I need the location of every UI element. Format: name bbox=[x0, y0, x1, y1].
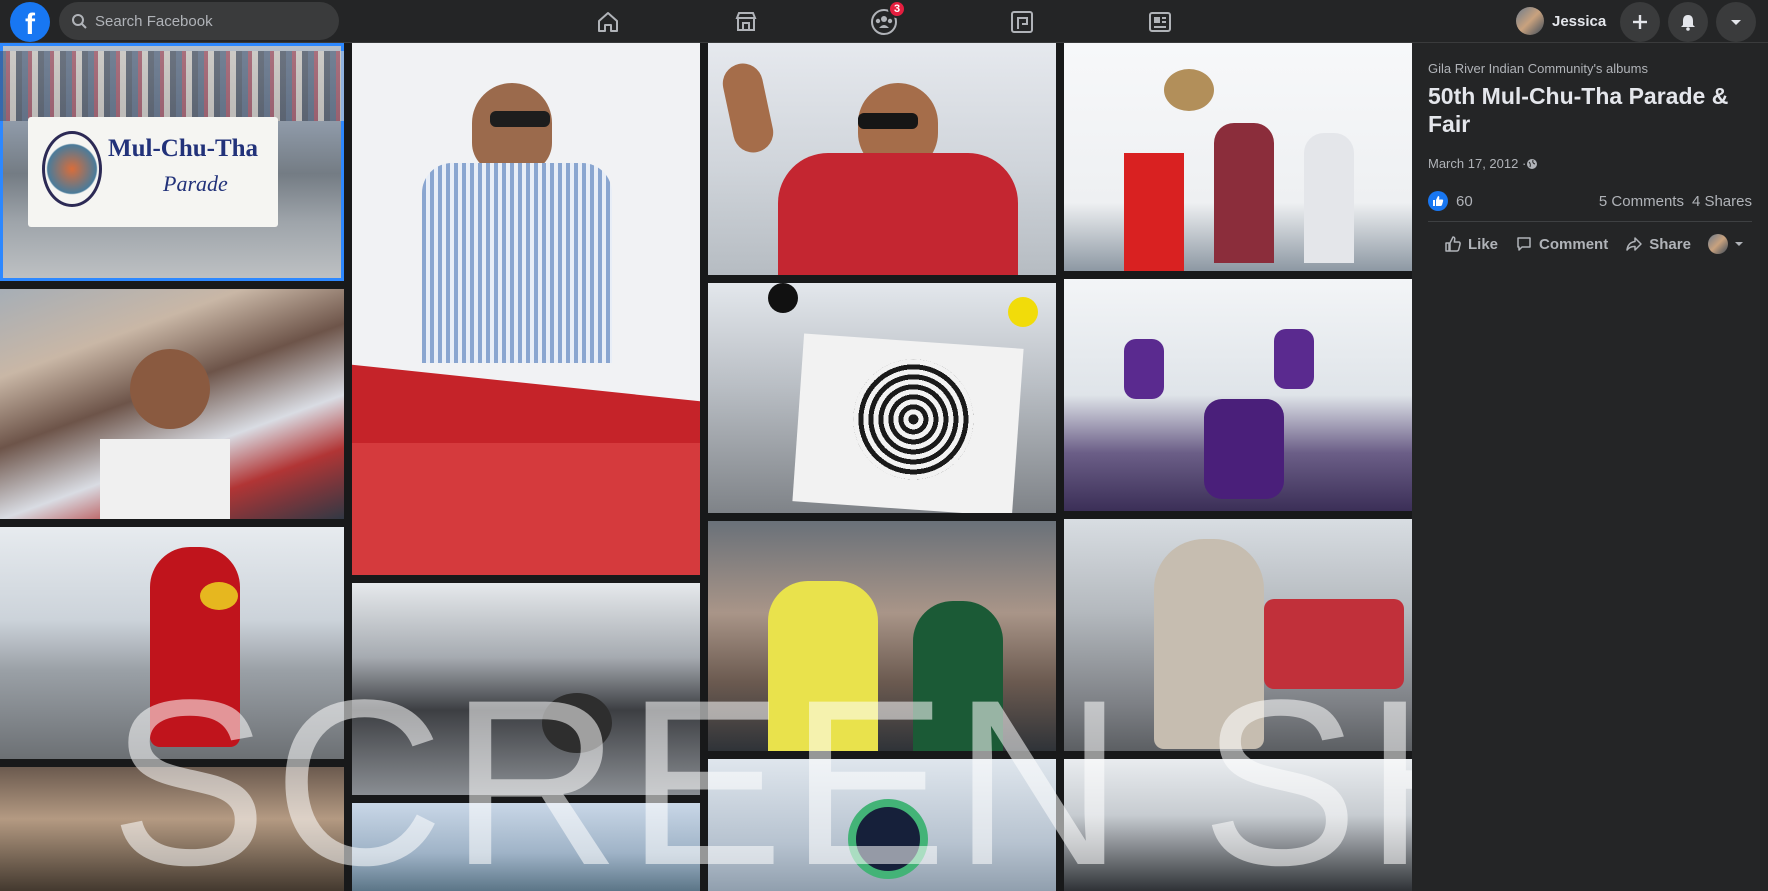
albums-breadcrumb-link[interactable]: Gila River Indian Community's albums bbox=[1428, 61, 1752, 76]
reactions-summary[interactable]: 60 bbox=[1428, 191, 1473, 211]
photo-crowd[interactable] bbox=[0, 289, 344, 519]
maroon-dress bbox=[1214, 123, 1274, 263]
search-bar[interactable] bbox=[59, 2, 339, 40]
shares-count[interactable]: 4 Shares bbox=[1692, 193, 1752, 210]
photo-emblem-float[interactable] bbox=[708, 759, 1056, 891]
share-icon bbox=[1626, 237, 1642, 251]
photo-drummers[interactable] bbox=[352, 583, 700, 795]
reaction-audience-selector[interactable] bbox=[1707, 232, 1744, 256]
mascot-beak bbox=[200, 582, 238, 610]
mascot-body bbox=[1154, 539, 1264, 749]
album-date[interactable]: March 17, 2012 · bbox=[1428, 156, 1526, 171]
cheerleader bbox=[1274, 329, 1314, 389]
photo-shirt bbox=[100, 439, 230, 519]
balloon bbox=[1008, 297, 1038, 327]
avatar bbox=[1516, 7, 1544, 35]
album-meta: March 17, 2012 · bbox=[1428, 156, 1752, 171]
photo-cheerleaders[interactable] bbox=[1064, 279, 1412, 511]
photo-waving-man[interactable] bbox=[708, 43, 1056, 275]
crowd-backdrop bbox=[0, 51, 344, 121]
comments-count[interactable]: 5 Comments bbox=[1599, 193, 1684, 210]
emblem bbox=[848, 799, 928, 879]
red-skirt bbox=[1124, 153, 1184, 271]
sunglasses bbox=[858, 113, 918, 129]
photo-royalty[interactable] bbox=[708, 521, 1056, 751]
user-name: Jessica bbox=[1552, 12, 1607, 30]
photo-men-in-black[interactable] bbox=[1064, 759, 1412, 891]
photo-cardinal-mascot[interactable] bbox=[0, 527, 344, 759]
red-vehicle bbox=[352, 443, 700, 575]
green-dress bbox=[913, 601, 1003, 751]
chevron-down-icon bbox=[1734, 242, 1743, 246]
basket bbox=[1164, 69, 1214, 111]
reactions-count: 60 bbox=[1456, 192, 1473, 210]
album-info-panel: Gila River Indian Community's albums 50t… bbox=[1412, 43, 1768, 891]
top-navigation-bar: f 3 Jessica bbox=[0, 0, 1768, 43]
like-reaction-icon bbox=[1428, 191, 1448, 211]
news-icon[interactable] bbox=[1144, 6, 1176, 38]
notification-badge: 3 bbox=[888, 0, 906, 18]
notifications-icon bbox=[1681, 15, 1695, 31]
groups-icon[interactable]: 3 bbox=[868, 0, 906, 38]
parade-banner: Mul-Chu-Tha Parade bbox=[28, 117, 278, 227]
yellow-dress bbox=[768, 581, 878, 751]
search-icon bbox=[72, 14, 87, 29]
photo-face bbox=[130, 349, 210, 429]
logo-letter: f bbox=[25, 8, 35, 41]
mascot-body bbox=[150, 547, 240, 747]
action-bar: Like Comment Share bbox=[1428, 221, 1752, 256]
photo-performers[interactable] bbox=[0, 767, 344, 891]
person-head bbox=[472, 83, 552, 173]
like-button[interactable]: Like bbox=[1444, 233, 1498, 255]
plaid-shirt bbox=[422, 163, 612, 363]
drum bbox=[542, 693, 612, 753]
globe-icon bbox=[1527, 158, 1538, 169]
search-input[interactable] bbox=[95, 12, 315, 30]
profile-button[interactable]: Jessica bbox=[1512, 4, 1616, 38]
red-polo bbox=[778, 153, 1018, 275]
marketplace-icon[interactable] bbox=[730, 6, 762, 38]
thumbs-up-icon bbox=[1445, 236, 1461, 252]
seal-emblem bbox=[42, 131, 102, 207]
album-photo-grid: Mul-Chu-Tha Parade SCREEN S bbox=[0, 43, 1412, 891]
engagement-stats: 60 5 Comments 4 Shares bbox=[1428, 191, 1752, 211]
red-truck bbox=[1264, 599, 1404, 689]
photo-official-riding[interactable] bbox=[352, 43, 700, 575]
court-flag bbox=[792, 333, 1024, 513]
avatar bbox=[1707, 234, 1728, 254]
plus-icon bbox=[1633, 15, 1647, 29]
banner-text-line1: Mul-Chu-Tha bbox=[108, 135, 259, 162]
cheer-base bbox=[1204, 399, 1284, 499]
maze-emblem bbox=[849, 355, 978, 484]
notifications-button[interactable] bbox=[1668, 2, 1708, 42]
cheerleader bbox=[1124, 339, 1164, 399]
share-label: Share bbox=[1649, 235, 1691, 253]
balloon bbox=[768, 283, 798, 313]
banner-text-line2: Parade bbox=[163, 171, 228, 196]
comment-icon bbox=[1517, 237, 1531, 251]
photo-parade-banner[interactable]: Mul-Chu-Tha Parade bbox=[0, 43, 344, 281]
photo-court-banner[interactable] bbox=[708, 283, 1056, 513]
home-icon[interactable] bbox=[592, 6, 624, 38]
gaming-icon[interactable] bbox=[1006, 6, 1038, 38]
photo-basket-dancers[interactable] bbox=[1064, 43, 1412, 271]
facebook-logo[interactable]: f bbox=[10, 2, 50, 42]
chevron-down-icon bbox=[1731, 20, 1741, 25]
album-title: 50th Mul-Chu-Tha Parade & Fair bbox=[1428, 83, 1729, 137]
account-menu-button[interactable] bbox=[1716, 2, 1756, 42]
create-button[interactable] bbox=[1620, 2, 1660, 42]
photo-bobcat-mascot[interactable] bbox=[1064, 519, 1412, 751]
photo-crowd-stands[interactable] bbox=[352, 803, 700, 891]
waving-arm bbox=[719, 59, 777, 157]
sunglasses bbox=[490, 111, 550, 127]
like-label: Like bbox=[1468, 235, 1499, 253]
white-dress bbox=[1304, 133, 1354, 263]
comment-button[interactable]: Comment bbox=[1515, 233, 1608, 255]
comment-label: Comment bbox=[1539, 235, 1609, 253]
share-button[interactable]: Share bbox=[1625, 233, 1691, 255]
